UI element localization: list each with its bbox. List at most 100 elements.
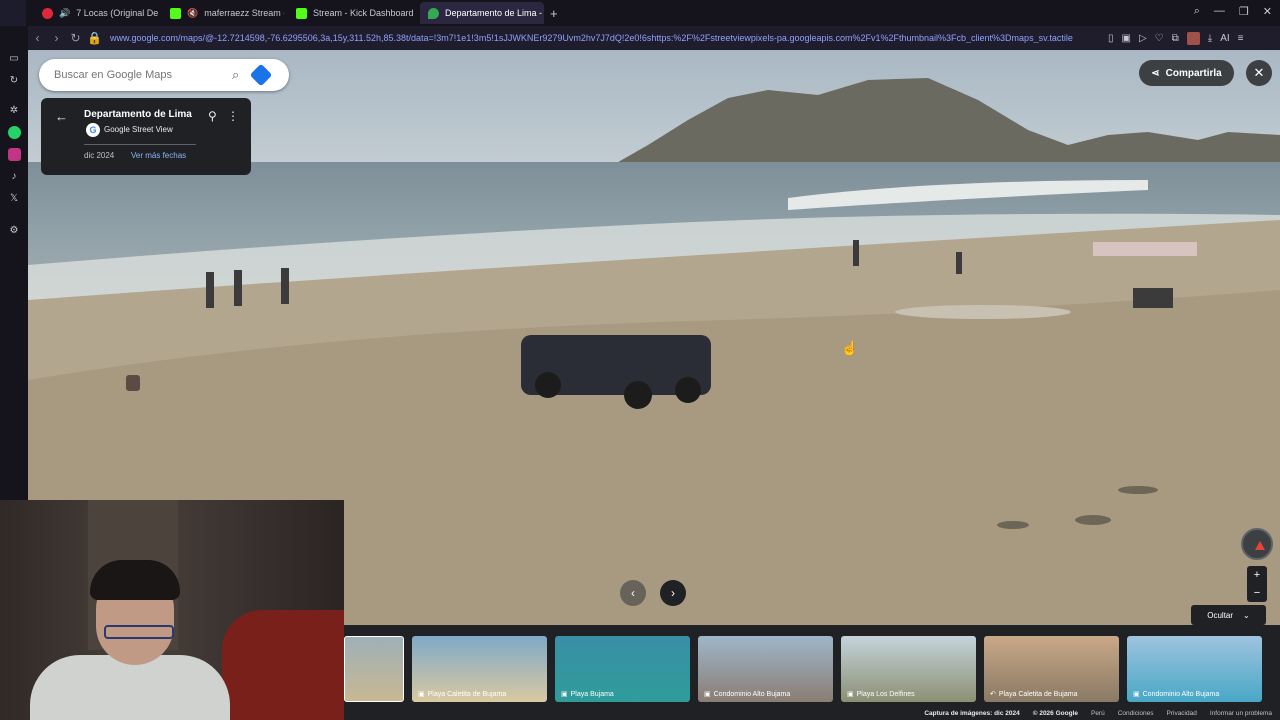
street-view-label: Google Street View	[104, 125, 173, 134]
address-bar: ‹ › ↻ 🔒 www.google.com/maps/@-12.7214598…	[28, 26, 1280, 50]
hide-photos-button[interactable]: Ocultar ⌄	[1191, 605, 1266, 625]
privacy-link[interactable]: Privacidad	[1167, 710, 1197, 717]
photo-caption: Playa Caletita de Bujama	[998, 690, 1078, 698]
photo-thumbnail[interactable]: ▣ Playa Caletita de Bujama	[412, 636, 547, 702]
download-icon[interactable]: ⤓	[1208, 33, 1212, 44]
zoom-control: + −	[1247, 566, 1267, 602]
browser-logo[interactable]	[0, 0, 26, 26]
forward-icon[interactable]: ›	[47, 31, 66, 45]
photo-caption: Playa Bujama	[570, 690, 614, 698]
hand-cursor-icon: ☝	[841, 340, 859, 356]
bookmark-icon[interactable]: ▯	[1108, 33, 1114, 44]
kick-icon	[296, 7, 307, 19]
back-icon[interactable]: ‹	[28, 31, 47, 45]
photo-caption: Playa Los Delfines	[856, 690, 915, 698]
street-view-icon: ↶	[990, 691, 996, 698]
tiktok-icon[interactable]: ♪	[8, 170, 21, 183]
menu-icon[interactable]: ≡	[1238, 33, 1244, 44]
more-dates-link[interactable]: Ver más fechas	[131, 151, 186, 160]
snapshot-icon[interactable]: ▣	[1122, 33, 1131, 44]
photo-caption: Condominio Alto Bujama	[713, 690, 791, 698]
share-button[interactable]: ⋖ Compartirla	[1139, 60, 1234, 86]
photo-thumbnail[interactable]: ▣ Condominio Alto Bujama	[698, 636, 833, 702]
mute-icon: 🔇	[187, 7, 199, 18]
search-box[interactable]: ⌕	[39, 59, 289, 91]
close-window-icon[interactable]: ✕	[1263, 5, 1272, 18]
profile-avatar[interactable]	[1186, 31, 1200, 45]
window-controls: ⌕ — ❐ ✕	[1194, 5, 1272, 18]
more-options-icon[interactable]: ⋮	[227, 109, 239, 123]
chevron-down-icon: ⌄	[1243, 610, 1250, 620]
history-icon[interactable]: ↻	[8, 74, 21, 87]
youtube-music-icon	[42, 7, 53, 19]
new-tab-icon[interactable]: +	[550, 6, 558, 21]
tab-label: maferraezz Stream - V	[204, 8, 284, 18]
reload-icon[interactable]: ↻	[66, 31, 85, 45]
tab-label: 7 Locas (Original Dem	[76, 8, 158, 18]
country-link[interactable]: Perú	[1091, 710, 1105, 717]
photo-caption: Condominio Alto Bujama	[1142, 690, 1220, 698]
webcam-person-glasses	[104, 625, 174, 639]
location-pin-icon[interactable]: ⚲	[208, 109, 217, 123]
copyright: © 2026 Google	[1032, 710, 1078, 717]
previous-photo-button[interactable]: ‹	[620, 580, 646, 606]
back-arrow-icon[interactable]: ←	[55, 109, 68, 124]
whatsapp-icon[interactable]	[7, 126, 21, 139]
tab-stream[interactable]: 🔇 maferraezz Stream - V	[162, 2, 284, 24]
tab-google-maps[interactable]: Departamento de Lima - G	[420, 2, 544, 24]
browser-tab-bar: 🔊 7 Locas (Original Dem 🔇 maferraezz Str…	[0, 0, 1280, 26]
compass-icon[interactable]	[1241, 528, 1273, 560]
search-input[interactable]	[54, 69, 224, 81]
zoom-out-button[interactable]: −	[1247, 584, 1267, 602]
photo-thumbnail[interactable]: ▣ Playa Bujama	[555, 636, 690, 702]
photo-thumbnail[interactable]: ↶ Playa Caletita de Bujama	[984, 636, 1119, 702]
location-title: Departamento de Lima	[84, 109, 192, 120]
url-field[interactable]: www.google.com/maps/@-12.7214598,-76.629…	[110, 33, 1100, 43]
photo-strip: ▣ Playa Caletita de Bujama ▣ Playa Bujama …	[344, 625, 1280, 707]
share-icon: ⋖	[1151, 67, 1160, 79]
camera-icon: ▣	[704, 691, 711, 698]
settings-icon[interactable]: ⚙	[8, 224, 21, 237]
x-icon[interactable]: 𝕏	[8, 192, 21, 205]
tab-label: Departamento de Lima - G	[445, 8, 544, 18]
tab-music[interactable]: 🔊 7 Locas (Original Dem	[34, 2, 158, 24]
instagram-icon[interactable]	[7, 148, 21, 161]
search-icon[interactable]: ⌕	[232, 67, 239, 83]
maximize-icon[interactable]: ❐	[1239, 5, 1249, 18]
location-info-card: ← Departamento de Lima G Google Street V…	[41, 98, 251, 175]
lock-icon[interactable]: 🔒	[85, 31, 104, 45]
capture-date: dic 2024	[84, 151, 115, 160]
camera-icon: ▣	[1133, 691, 1140, 698]
zoom-in-button[interactable]: +	[1247, 566, 1267, 584]
heart-icon[interactable]: ♡	[1155, 33, 1164, 44]
tab-kick-dashboard[interactable]: Stream - Kick Dashboard	[288, 2, 416, 24]
player-icon[interactable]: ▷	[1139, 33, 1147, 44]
speaker-icon: 🔊	[59, 7, 71, 18]
messenger-icon[interactable]: ▭	[8, 52, 21, 65]
camera-icon: ▣	[847, 691, 854, 698]
webcam-red-cloth	[222, 610, 344, 720]
photo-caption: Playa Caletita de Bujama	[427, 690, 507, 698]
ai-button[interactable]: AI	[1220, 33, 1229, 44]
extensions-icon[interactable]: ⧉	[1172, 33, 1179, 44]
photo-thumbnail[interactable]: ▣ Condominio Alto Bujama	[1127, 636, 1262, 702]
camera-icon: ▣	[561, 691, 568, 698]
search-icon[interactable]: ⌕	[1194, 5, 1200, 18]
close-street-view-button[interactable]: ✕	[1246, 60, 1272, 86]
webcam-overlay	[0, 500, 344, 720]
photo-thumbnail[interactable]	[344, 636, 404, 702]
terms-link[interactable]: Condiciones	[1118, 710, 1154, 717]
hide-label: Ocultar	[1207, 610, 1234, 620]
minimize-icon[interactable]: —	[1214, 5, 1225, 18]
chatgpt-icon[interactable]: ✲	[8, 104, 21, 117]
google-logo-icon: G	[86, 123, 100, 137]
maps-footer: Captura de imágenes: dic 2024 © 2026 Goo…	[344, 707, 1280, 720]
divider	[84, 144, 196, 145]
kick-icon	[170, 7, 181, 19]
tab-label: Stream - Kick Dashboard	[313, 8, 414, 18]
photo-thumbnail[interactable]: ▣ Playa Los Delfines	[841, 636, 976, 702]
webcam-person-hair	[90, 560, 180, 600]
directions-icon[interactable]	[249, 63, 273, 87]
report-problem-link[interactable]: Informar un problema	[1210, 710, 1272, 717]
next-photo-button[interactable]: ›	[660, 580, 686, 606]
